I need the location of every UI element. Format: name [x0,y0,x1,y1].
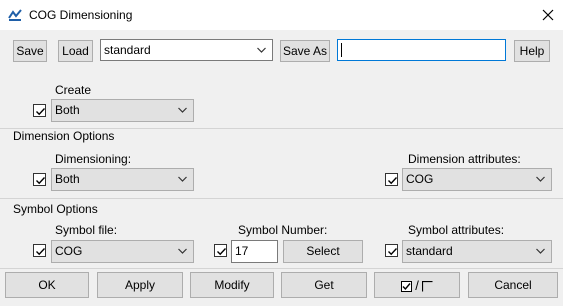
symbol-options-title: Symbol Options [13,202,98,216]
symbol-number-checkbox[interactable] [214,244,227,257]
select-symbol-button[interactable]: Select [283,240,363,263]
save-as-button[interactable]: Save As [280,40,330,62]
preset-select[interactable]: standard [100,39,273,61]
app-logo-icon [8,8,22,22]
chevron-down-icon [536,248,545,254]
check-icon [36,248,46,256]
symbol-number-value: 17 [235,244,249,258]
dimension-attributes-select[interactable]: COG [402,168,552,191]
symbol-number-label: Symbol Number: [238,223,328,237]
symbol-file-checkbox[interactable] [33,244,46,257]
chevron-down-icon [178,107,187,113]
text-cursor [341,43,342,57]
create-checkbox[interactable] [33,104,46,117]
get-button[interactable]: Get [281,272,367,298]
dimensioning-label: Dimensioning: [55,152,132,166]
cancel-button[interactable]: Cancel [468,272,558,298]
create-label: Create [55,83,92,97]
symbol-file-select[interactable]: COG [51,240,194,263]
symbol-attributes-select-value: standard [406,244,453,258]
check-icon [36,177,46,185]
divider [0,268,563,269]
save-button[interactable]: Save [13,40,47,62]
chevron-down-icon [178,176,187,182]
chevron-down-icon [178,248,187,254]
preset-select-value: standard [104,43,151,57]
check-icon [388,177,398,185]
dimension-attributes-label: Dimension attributes: [408,152,521,166]
divider [0,198,563,199]
symbol-attributes-label: Symbol attributes: [408,223,505,237]
apply-button[interactable]: Apply [97,272,183,298]
check-icon [36,108,46,116]
dimension-options-title: Dimension Options [13,129,115,143]
symbol-file-select-value: COG [55,244,83,258]
dimensioning-select-value: Both [55,172,80,186]
toggle-all-checkboxes-button[interactable]: / [374,272,460,298]
create-select[interactable]: Both [51,99,194,122]
unchecked-box-icon [422,280,433,292]
toggle-separator: / [415,278,419,294]
symbol-attributes-select[interactable]: standard [402,240,552,263]
symbol-attributes-checkbox[interactable] [385,244,398,257]
create-select-value: Both [55,103,80,117]
dimensioning-checkbox[interactable] [33,173,46,186]
save-as-name-input[interactable] [337,39,506,61]
chevron-down-icon [536,176,545,182]
chevron-down-icon [257,47,266,53]
modify-button[interactable]: Modify [190,272,274,298]
check-icon [388,248,398,256]
load-button[interactable]: Load [58,40,93,62]
check-icon [217,248,227,256]
symbol-number-input[interactable]: 17 [231,240,278,263]
symbol-file-label: Symbol file: [55,223,118,237]
help-button[interactable]: Help [514,40,550,62]
window-title: COG Dimensioning [29,8,133,22]
dimensioning-select[interactable]: Both [51,168,194,191]
checked-box-icon [400,280,412,292]
close-icon[interactable] [538,5,558,25]
dimension-attributes-select-value: COG [406,172,434,186]
ok-button[interactable]: OK [5,272,89,298]
dimension-attributes-checkbox[interactable] [385,173,398,186]
